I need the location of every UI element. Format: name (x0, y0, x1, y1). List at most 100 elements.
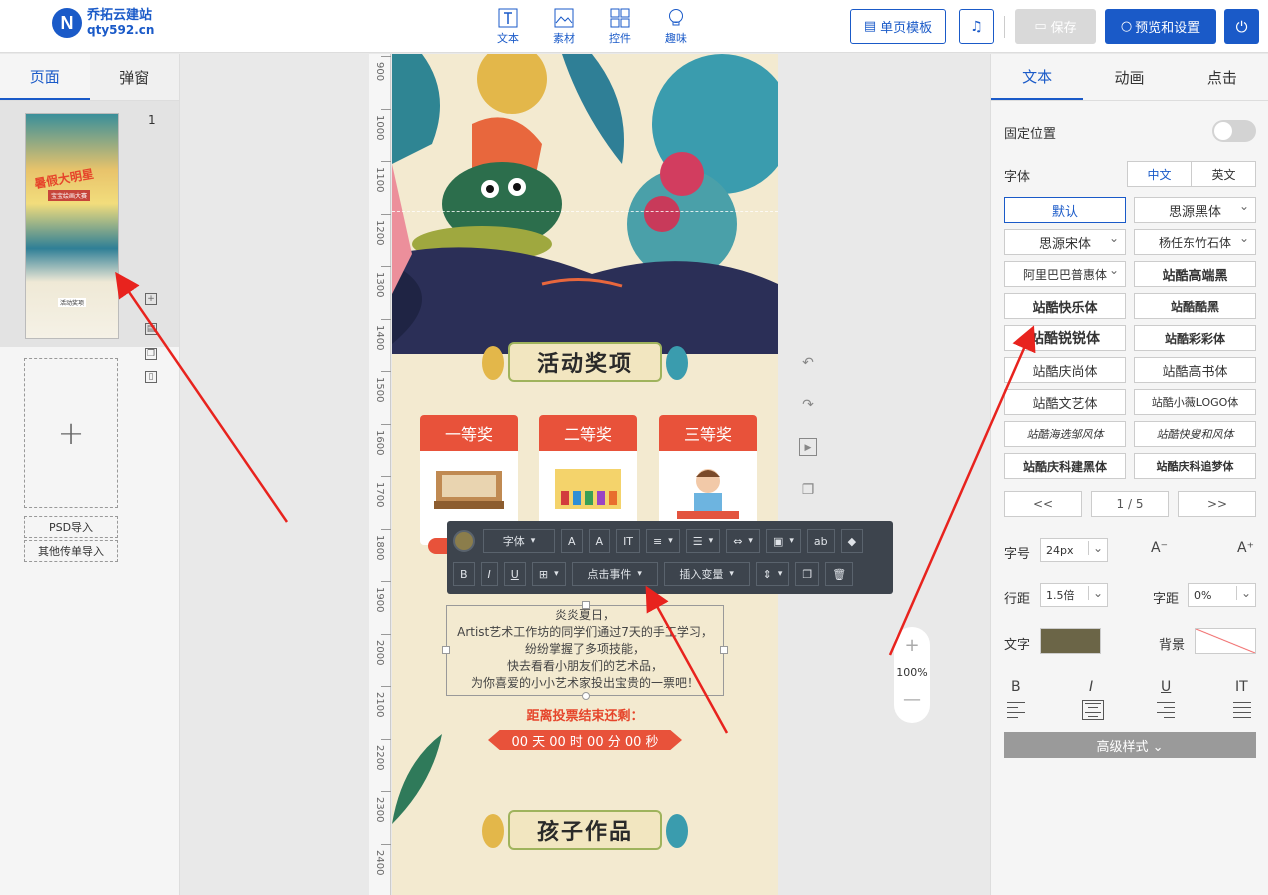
zoom-out-button[interactable]: — (894, 689, 930, 710)
list-dropdown-icon[interactable]: ☰ (685, 529, 721, 553)
undo-icon[interactable]: ↶ (799, 354, 817, 372)
power-button[interactable]: ⏻ (1224, 9, 1259, 44)
music-button[interactable]: ♫ (959, 9, 994, 44)
tool-fun[interactable]: 趣味 (648, 8, 704, 46)
font-option[interactable]: 站酷彩彩体 (1134, 325, 1256, 351)
text-background-icon[interactable]: ab (806, 529, 835, 553)
font-option[interactable]: 站酷庆科建黑体 (1004, 453, 1126, 479)
layer-dropdown-icon[interactable]: ⊞ (531, 562, 566, 586)
selected-text-box[interactable]: 炎炎夏日， Artist艺术工作坊的同学们通过7天的手工学习， 纷纷掌握了多项技… (442, 601, 728, 700)
background-color-swatch[interactable] (1195, 628, 1256, 654)
lang-english[interactable]: 英文 (1192, 162, 1255, 186)
redo-icon[interactable]: ↷ (799, 396, 817, 414)
resize-handle-left[interactable] (442, 646, 450, 654)
font-dropdown[interactable]: 字体 (483, 529, 555, 553)
font-option[interactable]: 站酷高书体 (1134, 357, 1256, 383)
font-option[interactable]: 站酷海选邹风体 (1004, 421, 1126, 447)
tab-text[interactable]: 文本 (991, 54, 1084, 100)
play-icon[interactable]: ▶ (799, 438, 817, 456)
italic-icon[interactable]: I (480, 562, 498, 586)
position-dropdown-icon[interactable]: ⇕ (755, 562, 790, 586)
copy-icon[interactable]: ❐ (795, 562, 820, 586)
font-size-increase[interactable]: A⁺ (1237, 540, 1254, 556)
preview-settings-button[interactable]: ○ 预览和设置 (1105, 9, 1216, 44)
text-color-swatch[interactable] (1040, 628, 1101, 654)
font-option[interactable]: 阿里巴巴普惠体 (1004, 261, 1126, 287)
single-page-template-button[interactable]: ▤ 单页模板 (850, 9, 946, 44)
other-import-button[interactable]: 其他传单导入 (24, 540, 118, 562)
font-page-prev[interactable]: << (1004, 491, 1082, 517)
font-option[interactable]: 站酷酷黑 (1134, 293, 1256, 319)
font-size-decrease[interactable]: A⁻ (1151, 540, 1168, 556)
underline-button[interactable]: U (1161, 679, 1171, 695)
lang-chinese[interactable]: 中文 (1128, 162, 1192, 186)
font-option[interactable]: 站酷小薇LOGO体 (1134, 389, 1256, 415)
font-page-next[interactable]: >> (1178, 491, 1256, 517)
font-option[interactable]: 杨任东竹石体 (1134, 229, 1256, 255)
border-dropdown-icon[interactable]: ▣ (765, 529, 801, 553)
copy-page-icon[interactable]: ❐ (145, 348, 157, 360)
countdown-title[interactable]: 距离投票结束还剩： (392, 705, 778, 724)
delete-icon[interactable]: 🗑 (825, 562, 854, 586)
tool-text[interactable]: 文本 (480, 8, 536, 46)
logo-domain: qty592.cn (87, 23, 155, 37)
align-left-icon[interactable] (1007, 702, 1025, 718)
tab-click[interactable]: 点击 (1176, 54, 1268, 100)
font-option[interactable]: 默认 (1004, 197, 1126, 223)
text-color-picker[interactable] (453, 530, 475, 552)
click-event-dropdown[interactable]: 点击事件 (571, 562, 658, 586)
page-canvas[interactable]: 活动奖项 一等奖 二等奖 三等奖 炎炎夏日， Artist艺术工作坊的同学们通过… (392, 54, 778, 895)
section-title-awards[interactable]: 活动奖项 (537, 346, 633, 378)
font-option[interactable]: 站酷庆科追梦体 (1134, 453, 1256, 479)
bold-icon[interactable]: B (453, 562, 475, 586)
font-option[interactable]: 站酷快叟和风体 (1134, 421, 1256, 447)
resize-handle-right[interactable] (720, 646, 728, 654)
fixed-position-toggle[interactable] (1212, 120, 1256, 142)
resize-handle-top[interactable] (582, 601, 590, 609)
tab-pages[interactable]: 页面 (0, 54, 90, 100)
align-center-icon[interactable] (1082, 700, 1104, 720)
font-size-select[interactable]: 24px (1040, 538, 1108, 562)
tab-popups[interactable]: 弹窗 (89, 54, 179, 100)
tool-material[interactable]: 素材 (536, 8, 592, 46)
logo[interactable]: N 乔拓云建站 qty592.cn (52, 8, 154, 38)
underline-icon[interactable]: U (503, 562, 526, 586)
tool-widgets[interactable]: 控件 (592, 8, 648, 46)
clear-format-icon[interactable]: ◆ (840, 529, 864, 553)
spacing-dropdown-icon[interactable]: ⇔ (726, 529, 760, 553)
font-option[interactable]: 站酷锐锐体 (1004, 325, 1126, 351)
font-option[interactable]: 思源黑体 (1134, 197, 1256, 223)
font-option[interactable]: 站酷高端黑 (1134, 261, 1256, 287)
save-button[interactable]: ▭ 保存 (1015, 9, 1096, 44)
countdown-timer[interactable]: 00 天 00 时 00 分 00 秒 (488, 730, 682, 750)
font-size-up-icon[interactable]: A (588, 529, 611, 553)
font-size-down-icon[interactable]: A (561, 529, 583, 553)
rotate-handle[interactable] (582, 692, 590, 700)
font-option[interactable]: 站酷庆尚体 (1004, 357, 1126, 383)
letter-spacing-select[interactable]: 0% (1188, 583, 1256, 607)
section-title-works[interactable]: 孩子作品 (537, 814, 633, 846)
delete-page-icon[interactable]: ▯ (145, 371, 157, 383)
tab-animation[interactable]: 动画 (1083, 54, 1175, 100)
font-option[interactable]: 站酷文艺体 (1004, 389, 1126, 415)
insert-variable-dropdown[interactable]: 插入变量 (663, 562, 750, 586)
psd-import-button[interactable]: PSD导入 (24, 516, 118, 538)
zoom-in-button[interactable]: + (894, 635, 930, 656)
page-thumbnail[interactable]: 暑假大明星 宝宝绘画大赛 活动奖项 (25, 113, 119, 339)
font-option[interactable]: 思源宋体 (1004, 229, 1126, 255)
line-height-select[interactable]: 1.5倍 (1040, 583, 1108, 607)
italic-button[interactable]: I (1089, 679, 1093, 695)
add-page-icon[interactable]: + (145, 293, 157, 305)
layers-icon[interactable]: ❐ (799, 481, 817, 499)
vertical-text-button[interactable]: IT (1235, 679, 1248, 695)
add-page-button[interactable]: + (24, 358, 118, 508)
align-dropdown-icon[interactable]: ≡ (646, 529, 680, 553)
advanced-style-button[interactable]: 高级样式 ⌄ (1004, 732, 1256, 758)
page-list-item[interactable]: 暑假大明星 宝宝绘画大赛 活动奖项 1 + ▤ ❐ ▯ (0, 101, 179, 383)
align-right-icon[interactable] (1157, 702, 1175, 718)
align-justify-icon[interactable] (1233, 702, 1251, 718)
template-page-icon[interactable]: ▤ (145, 323, 157, 335)
vertical-text-icon[interactable]: IT (616, 529, 641, 553)
font-option[interactable]: 站酷快乐体 (1004, 293, 1126, 319)
bold-button[interactable]: B (1011, 679, 1021, 695)
